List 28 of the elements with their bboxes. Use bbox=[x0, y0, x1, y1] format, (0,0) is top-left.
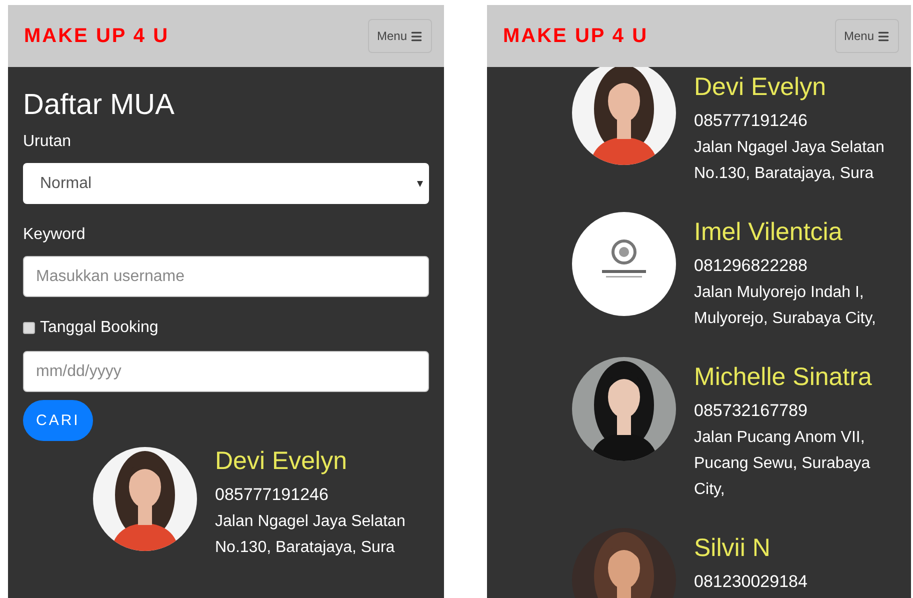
checkbox[interactable] bbox=[23, 322, 35, 334]
menu-button[interactable]: Menu bbox=[368, 19, 432, 53]
field-label: Urutan bbox=[23, 132, 72, 152]
menu-icon bbox=[877, 30, 890, 42]
mua-name[interactable]: Devi Evelyn bbox=[694, 72, 884, 102]
address-text: Jalan Ngagel Jaya Selatan No.130, Baratajaya, Sura bbox=[694, 138, 884, 184]
phone-number: 081296822288 bbox=[694, 255, 808, 277]
address-text: Jalan Mulyorejo Indah I, Mulyorejo, Surabaya City, bbox=[694, 283, 876, 329]
phone-number: 085732167789 bbox=[694, 400, 808, 422]
phone-number: 085777191246 bbox=[694, 110, 808, 132]
page-title: Daftar MUA bbox=[23, 88, 176, 123]
caret-icon bbox=[417, 180, 423, 186]
address-text: Jalan Pucang Anom VII, Pucang Sewu, Surabaya City, bbox=[694, 428, 872, 500]
sort-dropdown[interactable]: Normal bbox=[23, 163, 429, 204]
mua-name[interactable]: Imel Vilentcia bbox=[694, 217, 876, 247]
mua-name[interactable]: Michelle Sinatra bbox=[694, 362, 872, 392]
menu-icon bbox=[410, 30, 423, 42]
address-text: Jalan Ngagel Jaya Selatan No.130, Baratajaya, Sura bbox=[215, 512, 406, 558]
phone-number: 085777191246 bbox=[215, 484, 330, 506]
mua-name[interactable]: Silvii N bbox=[694, 533, 808, 563]
mua-name[interactable]: Devi Evelyn bbox=[215, 446, 406, 476]
phone-number: 081230029184 bbox=[694, 571, 808, 593]
field-label: Keyword bbox=[23, 225, 86, 245]
search-button[interactable]: CARI bbox=[23, 400, 93, 441]
date-field[interactable]: mm/dd/yyyy bbox=[23, 351, 429, 392]
menu-button[interactable]: Menu bbox=[834, 19, 899, 53]
keyword-field[interactable]: Masukkan username bbox=[23, 256, 429, 297]
checkbox-label: Tanggal Booking bbox=[40, 318, 158, 338]
